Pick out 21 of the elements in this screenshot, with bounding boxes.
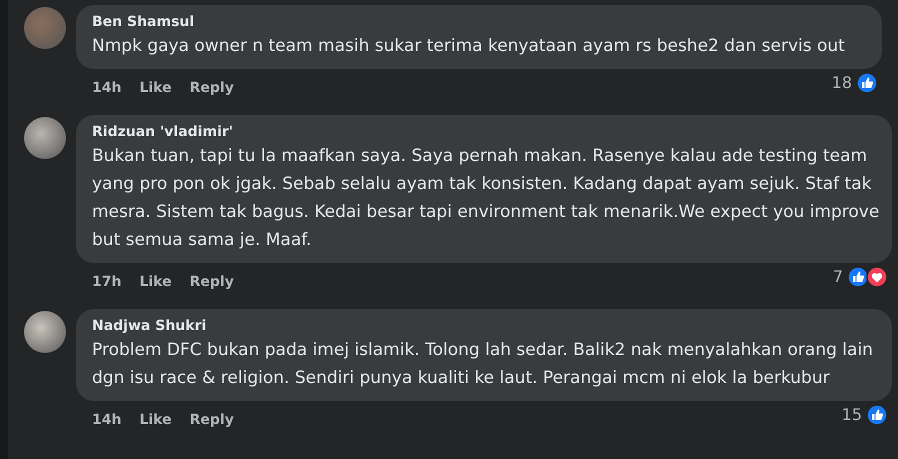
timestamp-link[interactable]: 17h	[92, 272, 122, 309]
author-name-link[interactable]: Nadjwa Shukri	[92, 317, 880, 336]
avatar-photo-placeholder	[24, 117, 66, 159]
avatar-photo-placeholder	[24, 311, 66, 353]
timestamp-link[interactable]: 14h	[92, 78, 122, 115]
timestamp-link[interactable]: 14h	[92, 410, 122, 447]
reply-link[interactable]: Reply	[190, 410, 234, 447]
avatar-photo-placeholder	[24, 7, 66, 49]
reaction-count: 7	[832, 266, 843, 288]
comment-text: Nmpk gaya owner n team masih sukar terima kenyataan ayam rs beshe2 dan servis out	[92, 35, 846, 58]
like-link[interactable]: Like	[139, 272, 172, 309]
comment-text: Bukan tuan, tapi tu la maafkan saya. Saya pernah makan. Rasenye kalau ade testing team yang pro pon ok jgak. Sebab selalu ayam tak konsisten. Kadang dapat ayam sejuk. Staf tak mesra. Sistem tak bagus. Kedai besar tapi environment tak menarik.We expect you improve but semua sama je. Maaf.	[92, 145, 880, 252]
author-name-link[interactable]: Ben Shamsul	[92, 13, 870, 32]
reaction-count: 18	[832, 72, 852, 94]
reply-link[interactable]: Reply	[190, 272, 234, 309]
comment-text: Problem DFC bukan pada imej islamik. Tolong lah sedar. Balik2 nak menyalahkan orang lain dgn isu race & religion. Sendiri punya kualiti ke laut. Perangai mcm ni elok la berkubur	[92, 339, 874, 390]
reply-link[interactable]: Reply	[190, 78, 234, 115]
like-link[interactable]: Like	[139, 410, 172, 447]
reaction-count: 15	[842, 404, 862, 426]
author-name-link[interactable]: Ridzuan 'vladimir'	[92, 123, 880, 142]
like-link[interactable]: Like	[139, 78, 172, 115]
